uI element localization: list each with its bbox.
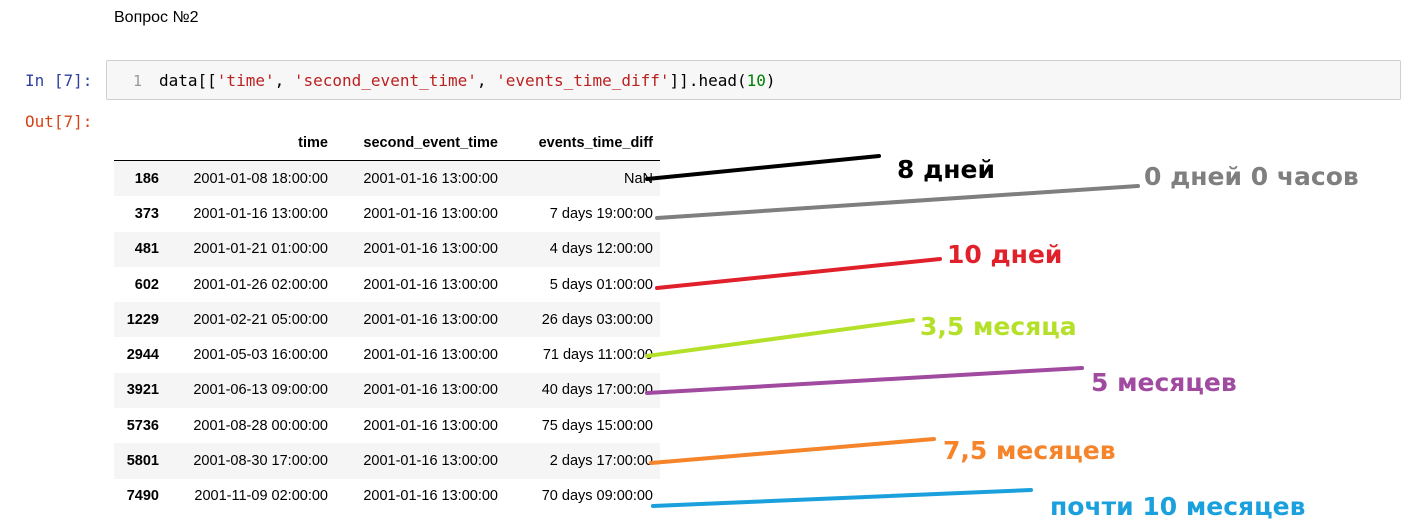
table-row: 7490 2001-11-09 02:00:00 2001-01-16 13:00:… [114, 479, 660, 514]
cell-events-time-diff: 26 days 03:00:00 [541, 311, 653, 328]
table-row: 481 2001-01-21 01:00:00 2001-01-16 13:00:0… [114, 231, 660, 267]
annotation-10-days: 10 дней [947, 240, 1063, 269]
annotation-3-5-months: 3,5 месяца [920, 312, 1077, 341]
column-header-second-event-time: second_event_time [328, 126, 498, 161]
annotation-0-days-0-hours: 0 дней 0 часов [1144, 162, 1359, 191]
cell-time: 2001-01-21 01:00:00 [193, 241, 328, 258]
cell-events-time-diff: 2 days 17:00:00 [549, 453, 653, 470]
row-index: 7490 [126, 488, 159, 505]
cell-time: 2001-08-30 17:00:00 [193, 453, 328, 470]
cell-time: 2001-05-03 16:00:00 [193, 347, 328, 364]
code-token: , [476, 71, 497, 90]
annotation-5-months: 5 месяцев [1091, 368, 1237, 397]
cell-time: 2001-08-28 00:00:00 [193, 417, 328, 434]
code-number: 10 [746, 71, 766, 90]
annotation-line-8-days [645, 154, 881, 181]
cell-time: 2001-01-16 13:00:00 [193, 205, 328, 222]
column-header-time: time [159, 126, 328, 161]
table-row: 3921 2001-06-13 09:00:00 2001-01-16 13:00:… [114, 372, 660, 409]
row-index: 186 [134, 170, 159, 187]
annotation-line-3-5-months [645, 318, 915, 358]
cell-time: 2001-06-13 09:00:00 [193, 382, 328, 399]
table-row: 1229 2001-02-21 05:00:00 2001-01-16 13:00:… [114, 302, 660, 338]
cell-events-time-diff: 71 days 11:00:00 [542, 347, 653, 364]
cell-events-time-diff: 7 days 19:00:00 [549, 205, 653, 222]
cell-second-event-time: 2001-01-16 13:00:00 [363, 488, 498, 505]
column-header-events-time-diff: events_time_diff [498, 126, 660, 161]
code-token: ]].head( [669, 71, 747, 90]
cell-second-event-time: 2001-01-16 13:00:00 [363, 170, 498, 187]
cell-events-time-diff: NaN [623, 170, 653, 187]
index-header [114, 126, 159, 161]
annotation-8-days: 8 дней [897, 155, 996, 184]
row-index: 1229 [126, 311, 159, 328]
cell-second-event-time: 2001-01-16 13:00:00 [363, 453, 498, 470]
cell-events-time-diff: 70 days 09:00:00 [541, 488, 653, 505]
code-line[interactable]: data[['time', 'second_event_time', 'even… [159, 71, 776, 91]
output-prompt: Out[7]: [25, 112, 93, 131]
cell-second-event-time: 2001-01-16 13:00:00 [363, 311, 498, 328]
annotation-line-0-days [655, 184, 1140, 220]
annotation-line-10-days [655, 257, 942, 290]
table-header-row: time second_event_time events_time_diff [114, 126, 660, 161]
table-row: 5801 2001-08-30 17:00:00 2001-01-16 13:00:… [114, 443, 660, 479]
dataframe-output: time second_event_time events_time_diff … [114, 126, 660, 514]
row-index: 5736 [126, 417, 159, 434]
row-index: 5801 [126, 453, 159, 470]
annotation-line-10-months [651, 488, 1033, 508]
code-string-second-event-time: 'second_event_time' [293, 71, 477, 90]
cell-second-event-time: 2001-01-16 13:00:00 [363, 205, 498, 222]
cell-events-time-diff: 75 days 15:00:00 [541, 417, 653, 434]
row-index: 2944 [126, 347, 159, 364]
row-index: 373 [134, 205, 159, 222]
cell-events-time-diff: 5 days 01:00:00 [549, 276, 653, 293]
row-index: 481 [134, 241, 159, 258]
cell-time: 2001-11-09 02:00:00 [194, 488, 328, 505]
cell-events-time-diff: 4 days 12:00:00 [549, 241, 653, 258]
table-row: 373 2001-01-16 13:00:00 2001-01-16 13:00:0… [114, 196, 660, 231]
table-row: 186 2001-01-08 18:00:00 2001-01-16 13:00:0… [114, 160, 660, 197]
cell-second-event-time: 2001-01-16 13:00:00 [363, 276, 498, 293]
cell-time: 2001-01-26 02:00:00 [193, 276, 328, 293]
cell-time: 2001-02-21 05:00:00 [193, 311, 328, 328]
cell-second-event-time: 2001-01-16 13:00:00 [363, 417, 498, 434]
annotation-almost-10-months: почти 10 месяцев [1050, 492, 1306, 521]
table-row: 2944 2001-05-03 16:00:00 2001-01-16 13:00:… [114, 337, 660, 372]
input-prompt: In [7]: [25, 71, 93, 90]
code-token: ) [765, 71, 776, 90]
annotation-7-5-months: 7,5 месяцев [943, 436, 1116, 465]
cell-time: 2001-01-08 18:00:00 [193, 170, 328, 187]
annotation-line-7-5-months [649, 437, 936, 465]
code-token: , [274, 71, 294, 90]
code-string-events-time-diff: 'events_time_diff' [496, 71, 670, 90]
cell-second-event-time: 2001-01-16 13:00:00 [363, 241, 498, 258]
table-row: 602 2001-01-26 02:00:00 2001-01-16 13:00:0… [114, 267, 660, 302]
annotation-line-5-months [645, 366, 1084, 395]
cell-second-event-time: 2001-01-16 13:00:00 [363, 382, 498, 399]
markdown-question-heading: Вопрос №2 [114, 9, 199, 26]
line-number: 1 [132, 72, 142, 90]
table-row: 5736 2001-08-28 00:00:00 2001-01-16 13:00:… [114, 408, 660, 443]
row-index: 3921 [126, 382, 159, 399]
code-token: data[[ [159, 71, 217, 90]
code-string-time: 'time' [216, 71, 275, 90]
cell-events-time-diff: 40 days 17:00:00 [541, 382, 653, 399]
row-index: 602 [134, 276, 159, 293]
cell-second-event-time: 2001-01-16 13:00:00 [363, 347, 498, 364]
